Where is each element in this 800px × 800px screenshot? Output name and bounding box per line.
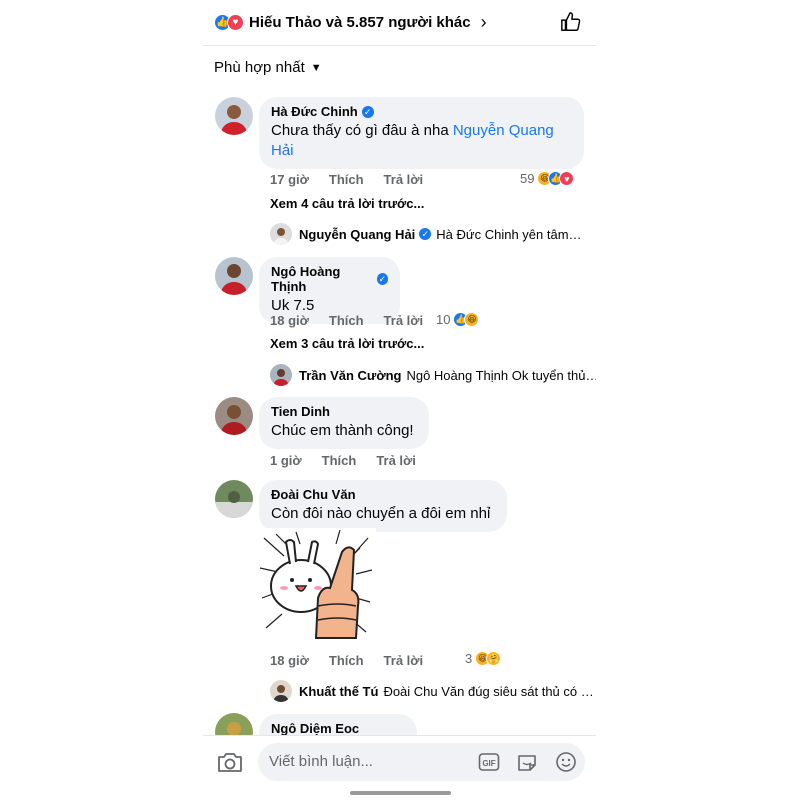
- avatar[interactable]: [215, 397, 253, 435]
- reply-author[interactable]: Nguyễn Quang Hải: [299, 227, 415, 242]
- comment-author[interactable]: Ngô Hoàng Thịnh: [271, 264, 373, 294]
- verified-badge-icon: ✓: [376, 273, 388, 285]
- comment-author[interactable]: Hà Đức Chinh: [271, 104, 358, 119]
- header-reactions: 👍 ♥: [214, 14, 244, 31]
- reaction-count-number: 3: [465, 651, 473, 666]
- avatar: [270, 680, 292, 702]
- right-letterbox: [596, 0, 800, 800]
- avatar: [270, 364, 292, 386]
- reply-action[interactable]: Trả lời: [384, 653, 424, 668]
- thumbs-up-sticker[interactable]: [256, 528, 376, 648]
- avatar[interactable]: [215, 97, 253, 135]
- camera-icon[interactable]: [217, 750, 243, 774]
- comment-placeholder: Viết bình luận...: [269, 753, 373, 770]
- home-indicator: [350, 791, 451, 795]
- comment-actions: 18 giờ Thích Trả lời: [270, 313, 443, 328]
- comment-author[interactable]: Đoài Chu Văn: [271, 487, 356, 502]
- gif-label: GIF: [482, 759, 495, 768]
- left-letterbox: [0, 0, 203, 800]
- reply-snippet: Hà Đức Chinh yên tâm…: [436, 226, 582, 242]
- comment-text: Chúc em thành công!: [271, 422, 414, 439]
- love-reaction-icon: ♥: [559, 171, 575, 186]
- gif-icon[interactable]: GIF: [478, 751, 500, 773]
- reply-author[interactable]: Khuất thế Tú: [299, 684, 378, 699]
- comment-time: 18 giờ: [270, 313, 309, 328]
- emoji-icon[interactable]: [555, 751, 577, 773]
- comment-actions: 1 giờ Thích Trả lời: [270, 453, 436, 468]
- reply-preview[interactable]: Trần Văn Cường Ngô Hoàng Thịnh Ok tuyển …: [270, 364, 596, 386]
- reply-snippet: Đoài Chu Văn đúg siêu sát thủ có …: [383, 683, 594, 699]
- reply-action[interactable]: Trả lời: [384, 172, 424, 187]
- sort-label: Phù hợp nhất: [214, 59, 305, 76]
- reply-preview[interactable]: Nguyễn Quang Hải ✓ Hà Đức Chinh yên tâm…: [270, 223, 582, 245]
- reaction-count[interactable]: 3 😆 🤗: [465, 651, 502, 666]
- care-reaction-icon: 🤗: [486, 651, 502, 666]
- reply-action[interactable]: Trả lời: [384, 313, 424, 328]
- comment-bubble[interactable]: Hà Đức Chinh ✓ Chưa thấy có gì đâu à nha…: [259, 97, 584, 169]
- comment-author[interactable]: Ngô Diệm Eoc: [271, 721, 359, 736]
- haha-reaction-icon: 😆: [464, 312, 480, 327]
- reactions-summary[interactable]: Hiếu Thảo và 5.857 người khác: [249, 14, 471, 31]
- avatar[interactable]: [215, 480, 253, 518]
- reply-action[interactable]: Trả lời: [376, 453, 416, 468]
- reaction-count-number: 59: [520, 171, 535, 186]
- comment-author[interactable]: Tien Dinh: [271, 404, 330, 419]
- comment-time: 1 giờ: [270, 453, 302, 468]
- avatar: [270, 223, 292, 245]
- comment-bubble[interactable]: Đoài Chu Văn Còn đôi nào chuyển a đôi em…: [259, 480, 507, 532]
- comment-body: Chưa thấy có gì đâu à nha: [271, 122, 453, 139]
- sort-selector[interactable]: Phù hợp nhất ▼: [214, 59, 322, 76]
- comments-screen: 👍 ♥ Hiếu Thảo và 5.857 người khác › Phù …: [203, 0, 596, 800]
- avatar[interactable]: [215, 257, 253, 295]
- like-action[interactable]: Thích: [329, 313, 364, 328]
- like-action[interactable]: Thích: [322, 453, 357, 468]
- sticker-icon[interactable]: [516, 751, 538, 773]
- comment-text: Còn đôi nào chuyển a đôi em nhỉ: [271, 505, 491, 522]
- like-action[interactable]: Thích: [329, 653, 364, 668]
- reply-author[interactable]: Trần Văn Cường: [299, 368, 401, 383]
- reaction-count-number: 10: [436, 312, 451, 327]
- comment-bubble[interactable]: Tien Dinh Chúc em thành công!: [259, 397, 429, 449]
- comment-actions: 17 giờ Thích Trả lời: [270, 172, 443, 187]
- comment-composer: Viết bình luận... GIF: [203, 735, 596, 790]
- reply-snippet: Ngô Hoàng Thịnh Ok tuyển thủ…: [406, 367, 596, 383]
- like-action[interactable]: Thích: [329, 172, 364, 187]
- comment-actions: 18 giờ Thích Trả lời: [270, 653, 443, 668]
- verified-badge-icon: ✓: [361, 105, 374, 118]
- verified-badge-icon: ✓: [419, 228, 432, 240]
- comment-text: Chưa thấy có gì đâu à nha Nguyễn Quang H…: [271, 121, 572, 161]
- view-previous-replies[interactable]: Xem 4 câu trả lời trước...: [270, 196, 424, 211]
- reaction-count[interactable]: 10 👍 😆: [436, 312, 480, 327]
- comment-time: 18 giờ: [270, 653, 309, 668]
- chevron-right-icon: ›: [480, 12, 487, 32]
- comment-time: 17 giờ: [270, 172, 309, 187]
- love-reaction-icon: ♥: [227, 14, 244, 31]
- reactions-header[interactable]: 👍 ♥ Hiếu Thảo và 5.857 người khác ›: [203, 0, 596, 46]
- reaction-count[interactable]: 59 😆 👍 ♥: [520, 171, 575, 186]
- reply-preview[interactable]: Khuất thế Tú Đoài Chu Văn đúg siêu sát t…: [270, 680, 594, 702]
- chevron-down-icon: ▼: [310, 61, 322, 74]
- view-previous-replies[interactable]: Xem 3 câu trả lời trước...: [270, 336, 424, 351]
- thumbs-up-icon[interactable]: [560, 11, 582, 33]
